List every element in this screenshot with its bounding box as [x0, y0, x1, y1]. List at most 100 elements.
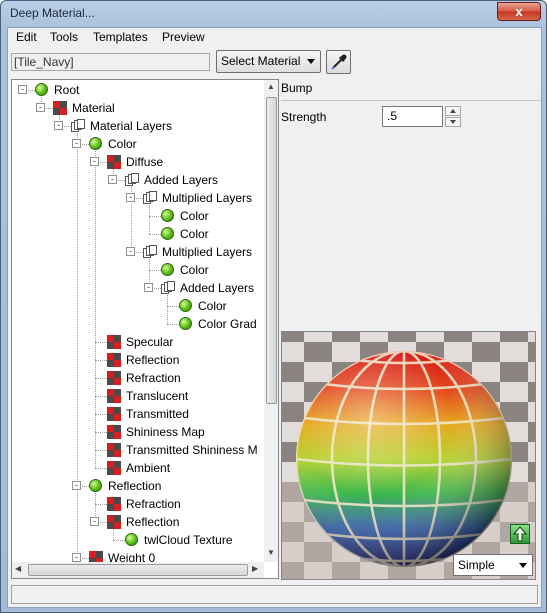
layers-icon: [125, 173, 140, 187]
ball-icon: [179, 299, 192, 312]
horizontal-scroll-thumb[interactable]: [28, 564, 248, 576]
tree-node[interactable]: - Root: [12, 81, 264, 99]
spin-down-icon: [450, 120, 456, 124]
tree-node[interactable]: Refraction: [12, 495, 264, 513]
divider: [281, 100, 541, 101]
ball-icon: [35, 83, 48, 96]
collapse-toggle-icon[interactable]: -: [72, 481, 81, 490]
tree-node[interactable]: - Added Layers: [12, 279, 264, 297]
collapse-toggle-icon[interactable]: -: [90, 157, 99, 166]
tree-node[interactable]: - Color: [12, 135, 264, 153]
spin-up-button[interactable]: [445, 106, 461, 116]
window-title: Deep Material...: [10, 6, 95, 20]
tree-node-label: Color Grad: [198, 317, 257, 331]
preview-mode-dropdown[interactable]: Simple: [453, 554, 533, 576]
tree-node[interactable]: Shininess Map: [12, 423, 264, 441]
tree-node[interactable]: Transmitted Shininess M: [12, 441, 264, 459]
tree-node-label: Color: [180, 209, 209, 223]
material-icon: [107, 443, 121, 457]
dropdown-arrow-icon: [307, 59, 315, 64]
material-icon: [53, 101, 67, 115]
tree-node-label: Added Layers: [144, 173, 219, 187]
collapse-toggle-icon[interactable]: -: [36, 103, 45, 112]
select-material-label: Select Material: [221, 54, 301, 68]
tree-node[interactable]: Refraction: [12, 369, 264, 387]
tree-node-label: Added Layers: [180, 281, 255, 295]
tree-node-label: Multiplied Layers: [162, 191, 253, 205]
ball-icon: [89, 479, 102, 492]
deep-material-window: Deep Material... x Edit Tools Templates …: [0, 0, 547, 613]
material-name-field[interactable]: [Tile_Navy]: [11, 53, 210, 71]
scroll-down-arrow-icon[interactable]: ▼: [267, 548, 275, 557]
tree-node[interactable]: Translucent: [12, 387, 264, 405]
scroll-right-arrow-icon[interactable]: ▶: [252, 564, 258, 573]
tree-node[interactable]: - Reflection: [12, 513, 264, 531]
material-icon: [107, 371, 121, 385]
collapse-toggle-icon[interactable]: -: [144, 283, 153, 292]
layers-icon: [71, 119, 86, 133]
menu-preview[interactable]: Preview: [162, 30, 205, 44]
tree-node[interactable]: Color: [12, 261, 264, 279]
select-material-dropdown[interactable]: Select Material: [216, 50, 321, 73]
tree-node[interactable]: Transmitted: [12, 405, 264, 423]
scroll-up-arrow-icon[interactable]: ▲: [267, 82, 275, 91]
strength-input[interactable]: .5: [382, 106, 443, 127]
collapse-toggle-icon[interactable]: -: [18, 85, 27, 94]
tree-node[interactable]: Color: [12, 207, 264, 225]
collapse-toggle-icon[interactable]: -: [54, 121, 63, 130]
vertical-scroll-thumb[interactable]: [266, 97, 277, 404]
collapse-toggle-icon[interactable]: -: [126, 247, 135, 256]
tree-node-label: Color: [198, 299, 227, 313]
tree-node[interactable]: - Added Layers: [12, 171, 264, 189]
material-tree[interactable]: - Root - Material - Material Layers - Color - Dif…: [11, 79, 279, 579]
tree-node[interactable]: - Material Layers: [12, 117, 264, 135]
tree-node-label: Material Layers: [90, 119, 173, 133]
tree-node-label: Reflection: [126, 353, 180, 367]
tree-node[interactable]: Reflection: [12, 351, 264, 369]
tree-node-label: Transmitted Shininess M: [126, 443, 258, 457]
spin-up-icon: [450, 109, 456, 113]
apply-up-button[interactable]: [510, 524, 530, 544]
tree-node[interactable]: Color Grad: [12, 315, 264, 333]
tree-node[interactable]: Color: [12, 297, 264, 315]
material-icon: [107, 353, 121, 367]
tree-node[interactable]: Specular: [12, 333, 264, 351]
tree-node[interactable]: - Material: [12, 99, 264, 117]
material-preview[interactable]: [281, 331, 536, 580]
title-bar[interactable]: Deep Material... x: [1, 1, 546, 27]
tree-node-label: Material: [72, 101, 115, 115]
tree-node[interactable]: Ambient: [12, 459, 264, 477]
ball-icon: [161, 209, 174, 222]
collapse-toggle-icon[interactable]: -: [126, 193, 135, 202]
tree-vertical-scrollbar[interactable]: ▲ ▼: [264, 80, 278, 562]
menu-templates[interactable]: Templates: [93, 30, 148, 44]
collapse-toggle-icon[interactable]: -: [72, 139, 81, 148]
menu-tools[interactable]: Tools: [50, 30, 78, 44]
spin-down-button[interactable]: [445, 117, 461, 127]
tree-node[interactable]: twlCloud Texture: [12, 531, 264, 549]
tree-node-label: Diffuse: [126, 155, 164, 169]
tree-node-label: Refraction: [126, 497, 181, 511]
eyedropper-button[interactable]: [326, 50, 351, 74]
collapse-toggle-icon[interactable]: -: [72, 553, 81, 562]
client-area: Edit Tools Templates Preview [Tile_Navy]…: [7, 27, 542, 608]
tree-node[interactable]: - Multiplied Layers: [12, 189, 264, 207]
menu-edit[interactable]: Edit: [16, 30, 37, 44]
close-button[interactable]: x: [497, 2, 541, 21]
ball-icon: [89, 137, 102, 150]
collapse-toggle-icon[interactable]: -: [90, 517, 99, 526]
material-icon: [107, 461, 121, 475]
preview-sphere-render: [282, 332, 535, 579]
ball-icon: [125, 533, 138, 546]
tree-node[interactable]: - Diffuse: [12, 153, 264, 171]
material-icon: [107, 155, 121, 169]
tree-horizontal-scrollbar[interactable]: ◀ ▶: [12, 562, 264, 578]
tree-node[interactable]: - Reflection: [12, 477, 264, 495]
scroll-left-arrow-icon[interactable]: ◀: [15, 564, 21, 573]
collapse-toggle-icon[interactable]: -: [108, 175, 117, 184]
tree-node[interactable]: - Multiplied Layers: [12, 243, 264, 261]
status-bar: [11, 585, 538, 604]
tree-node[interactable]: Color: [12, 225, 264, 243]
menu-bar: Edit Tools Templates Preview: [8, 28, 541, 48]
material-icon: [107, 389, 121, 403]
